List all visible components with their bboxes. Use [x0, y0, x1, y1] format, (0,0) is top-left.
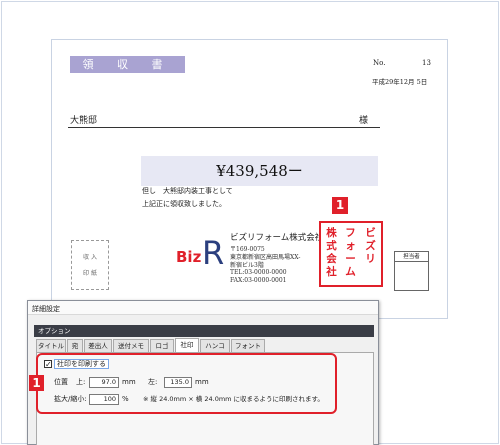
manager-label: 担当者: [395, 252, 428, 262]
receipt-date: 平成29年12月 5日: [372, 78, 428, 86]
manager-stamp-box: 担当者: [394, 251, 429, 291]
receipt-title: 領 収 書: [70, 56, 185, 73]
callout-badge-2: 1: [29, 375, 44, 391]
receipt-preview: 領 収 書 No. 13 平成29年12月 5日 大熊邸 様 ¥439,548ー…: [51, 39, 448, 319]
amount-box: ¥439,548ー: [141, 156, 378, 186]
receipt-no-label: No.: [373, 59, 386, 67]
recipient-underline: [68, 127, 380, 128]
seal-column-1: 株式会社: [326, 227, 337, 278]
tab-memo[interactable]: 送付メモ: [113, 339, 149, 352]
company-logo: Biz R: [176, 228, 228, 272]
recipient-honorific: 様: [359, 116, 369, 126]
receipt-no-value: 13: [422, 59, 431, 67]
tab-title[interactable]: タイトル: [36, 339, 66, 352]
options-section-header: オプション: [34, 325, 374, 337]
revenue-stamp-label-2: 印 紙: [83, 270, 97, 277]
seal-column-3: ビズリ: [365, 227, 376, 265]
tab-logo[interactable]: ロゴ: [150, 339, 174, 352]
tab-addressee[interactable]: 宛: [67, 339, 83, 352]
tab-font[interactable]: フォント: [231, 339, 265, 352]
seal-column-2: フォーム: [345, 227, 356, 278]
revenue-stamp-box: 収 入 印 紙: [71, 240, 109, 290]
tab-sender[interactable]: 差出人: [84, 339, 112, 352]
company-logo-mark: Biz R: [176, 234, 224, 272]
receipt-amount: ¥439,548ー: [216, 162, 303, 180]
company-tel: TEL:03-0000-0000: [230, 269, 287, 276]
dialog-title: 詳細設定: [32, 305, 60, 313]
dialog-title-bar[interactable]: 詳細設定: [28, 301, 378, 315]
company-fax: FAX:03-0000-0001: [230, 277, 287, 284]
callout-badge-1: 1: [332, 197, 348, 214]
company-building: 新宿ビル3階: [230, 262, 264, 269]
tab-hanko[interactable]: ハンコ: [200, 339, 230, 352]
receipt-note-line1: 但し 大熊邸内装工事として: [142, 187, 233, 195]
company-seal: 株式会社 フォーム ビズリ: [319, 221, 383, 287]
logo-text: Biz: [176, 248, 202, 266]
company-name: ビズリフォーム株式会社: [230, 233, 324, 243]
revenue-stamp-label-1: 収 入: [83, 254, 97, 261]
recipient-name: 大熊邸: [70, 116, 98, 126]
tab-company-seal[interactable]: 社印: [175, 338, 199, 352]
receipt-note-line2: 上記正に領収致しました。: [142, 200, 226, 208]
seal-settings-highlight: [36, 353, 337, 414]
logo-mark: R: [202, 234, 224, 268]
